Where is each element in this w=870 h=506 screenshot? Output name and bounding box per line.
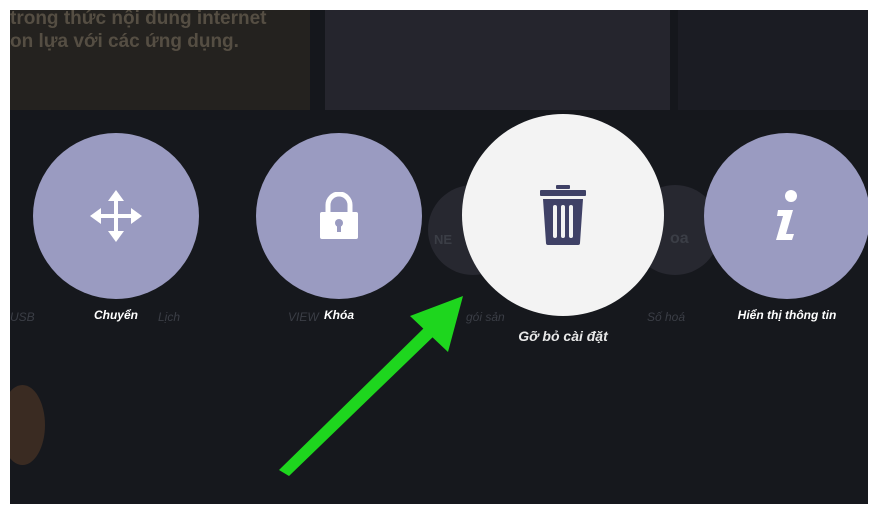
- annotation-arrow: [279, 296, 463, 476]
